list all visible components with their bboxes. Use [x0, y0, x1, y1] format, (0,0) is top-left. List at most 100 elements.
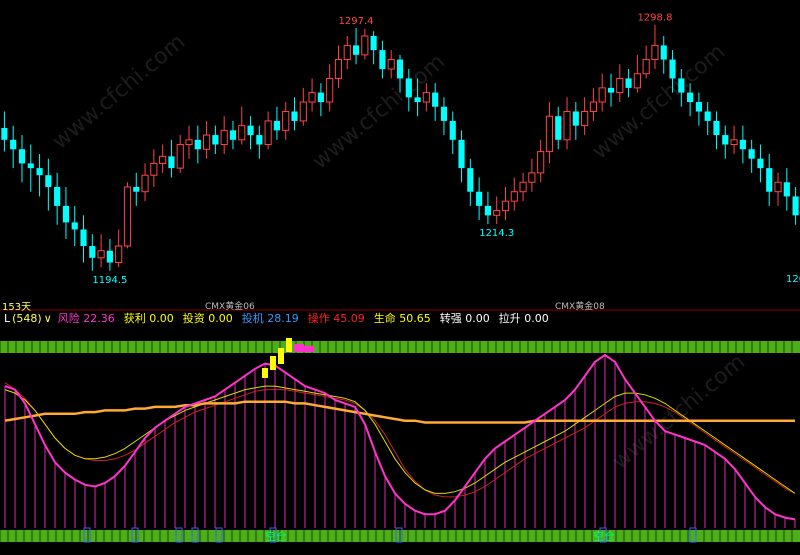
candle-body-up — [642, 59, 650, 75]
price-panel: 1297.4 1298.8 1194.5 1214.3 120 — [1, 13, 800, 286]
candle-body-up — [141, 174, 149, 193]
candle-body-down — [783, 182, 790, 197]
candle-body-up — [308, 92, 316, 103]
candle-body-up — [220, 129, 228, 146]
peak-marker — [270, 356, 276, 370]
candle-body-down — [273, 120, 280, 131]
bottom-label-2: 空仓 — [593, 529, 615, 543]
candle-body-down — [678, 78, 685, 93]
indicator-item: 投资 0.00 — [182, 312, 233, 325]
candle-body-up — [422, 92, 430, 103]
candle-body-down — [80, 229, 87, 246]
candle-body-up — [510, 191, 518, 202]
candle-body-up — [150, 162, 158, 176]
candle-body-down — [449, 120, 456, 140]
candle-body-down — [133, 187, 140, 192]
candle-body-down — [555, 116, 562, 140]
price-annotation-low1: 1194.5 — [92, 275, 127, 286]
candle-body-up — [519, 181, 527, 193]
candle-body-up — [598, 87, 606, 103]
indicator-item: 转强 0.00 — [439, 312, 490, 325]
candle-body-up — [774, 181, 782, 193]
candle-body-down — [660, 45, 667, 60]
candle-body-down — [405, 78, 412, 98]
candle-body-down — [45, 175, 52, 187]
candle-body-down — [212, 135, 219, 145]
candle-body-down — [229, 130, 237, 140]
candle-body-down — [458, 139, 465, 169]
chevron-down-icon[interactable]: ∨ — [44, 312, 52, 325]
candle-body-down — [1, 128, 8, 140]
candle-body-down — [757, 158, 764, 169]
candle-body-down — [106, 250, 113, 263]
candle-body-down — [168, 156, 175, 169]
indicator-item: 风险 22.36 — [57, 312, 115, 325]
indicator-item: 生命 50.65 — [373, 312, 431, 325]
candle-body-down — [247, 125, 254, 136]
candle-body-up — [581, 110, 589, 127]
candle-body-down — [484, 205, 491, 216]
candle-body-down — [256, 135, 263, 145]
candle-body-up — [326, 77, 334, 103]
candle-body-down — [704, 111, 711, 121]
candle-body-down — [687, 92, 694, 103]
candle-body-up — [616, 77, 624, 94]
candle-body-up — [563, 110, 571, 141]
indicator-values: 风险 22.36 获利 0.00 投资 0.00 投机 28.19 操作 45.09 生命… — [58, 310, 549, 326]
candle-body-up — [501, 200, 510, 212]
candle-body-up — [299, 101, 307, 122]
candle-body-down — [36, 168, 43, 176]
watermark-text: www.cfchi.com — [588, 39, 730, 164]
indicator-header: L (548) ∨ 风险 22.36 获利 0.00 投资 0.00 投机 28.19… — [4, 310, 549, 326]
contract-label-2: CMX黄金08 — [555, 302, 605, 312]
candle-body-down — [722, 135, 729, 145]
candle-body-up — [651, 44, 659, 61]
price-annotation-edge: 120 — [786, 274, 800, 285]
candle-body-down — [625, 78, 632, 88]
indicator-item: 拉升 0.00 — [498, 312, 549, 325]
watermark-text: www.cfchi.com — [48, 29, 190, 154]
price-annotation-high2: 1298.8 — [637, 13, 672, 24]
candle-body-down — [89, 246, 96, 258]
indicator-param: (548) — [12, 311, 42, 325]
candle-body-down — [54, 187, 61, 206]
candle-body-down — [572, 111, 579, 126]
candle-body-down — [669, 59, 676, 79]
candle-body-up — [589, 101, 597, 112]
indicator-item: 投机 28.19 — [241, 312, 299, 325]
candle-body-up — [203, 134, 211, 150]
risk-line — [4, 353, 796, 521]
peak-marker — [304, 346, 314, 352]
candle-body-down — [695, 102, 702, 112]
indicator-name[interactable]: L — [4, 312, 10, 325]
candle-body-down — [18, 149, 26, 164]
candle-body-down — [467, 168, 474, 192]
candle-body-down — [440, 106, 448, 121]
candle-body-up — [123, 186, 132, 247]
candle-body-down — [414, 97, 421, 103]
candle-body-down — [379, 50, 386, 69]
candle-body-down — [10, 139, 17, 150]
candle-body-up — [334, 59, 343, 79]
candle-body-down — [317, 92, 324, 103]
watermark-text: www.cfchi.com — [608, 349, 750, 474]
candle-body-up — [97, 250, 105, 259]
candle-body-down — [27, 163, 34, 169]
candle-body-down — [194, 139, 201, 150]
candle-body-up — [159, 155, 167, 164]
peak-marker — [278, 348, 284, 364]
candle-body-down — [396, 59, 404, 79]
candle-body-down — [766, 168, 773, 192]
candle-body-down — [370, 35, 377, 51]
chart-stage: { "watermark": "www.cfchi.com", "price_p… — [0, 0, 800, 555]
peak-marker — [294, 344, 304, 352]
candle-body-up — [238, 125, 246, 141]
price-annotation-high1: 1297.4 — [339, 16, 374, 27]
candle-body-up — [537, 151, 545, 174]
candle-body-down — [476, 191, 483, 206]
candle-body-up — [115, 245, 123, 264]
candle-body-down — [748, 149, 755, 159]
candle-body-down — [713, 120, 720, 136]
candle-body-up — [545, 115, 554, 153]
candle-body-up — [387, 59, 395, 70]
